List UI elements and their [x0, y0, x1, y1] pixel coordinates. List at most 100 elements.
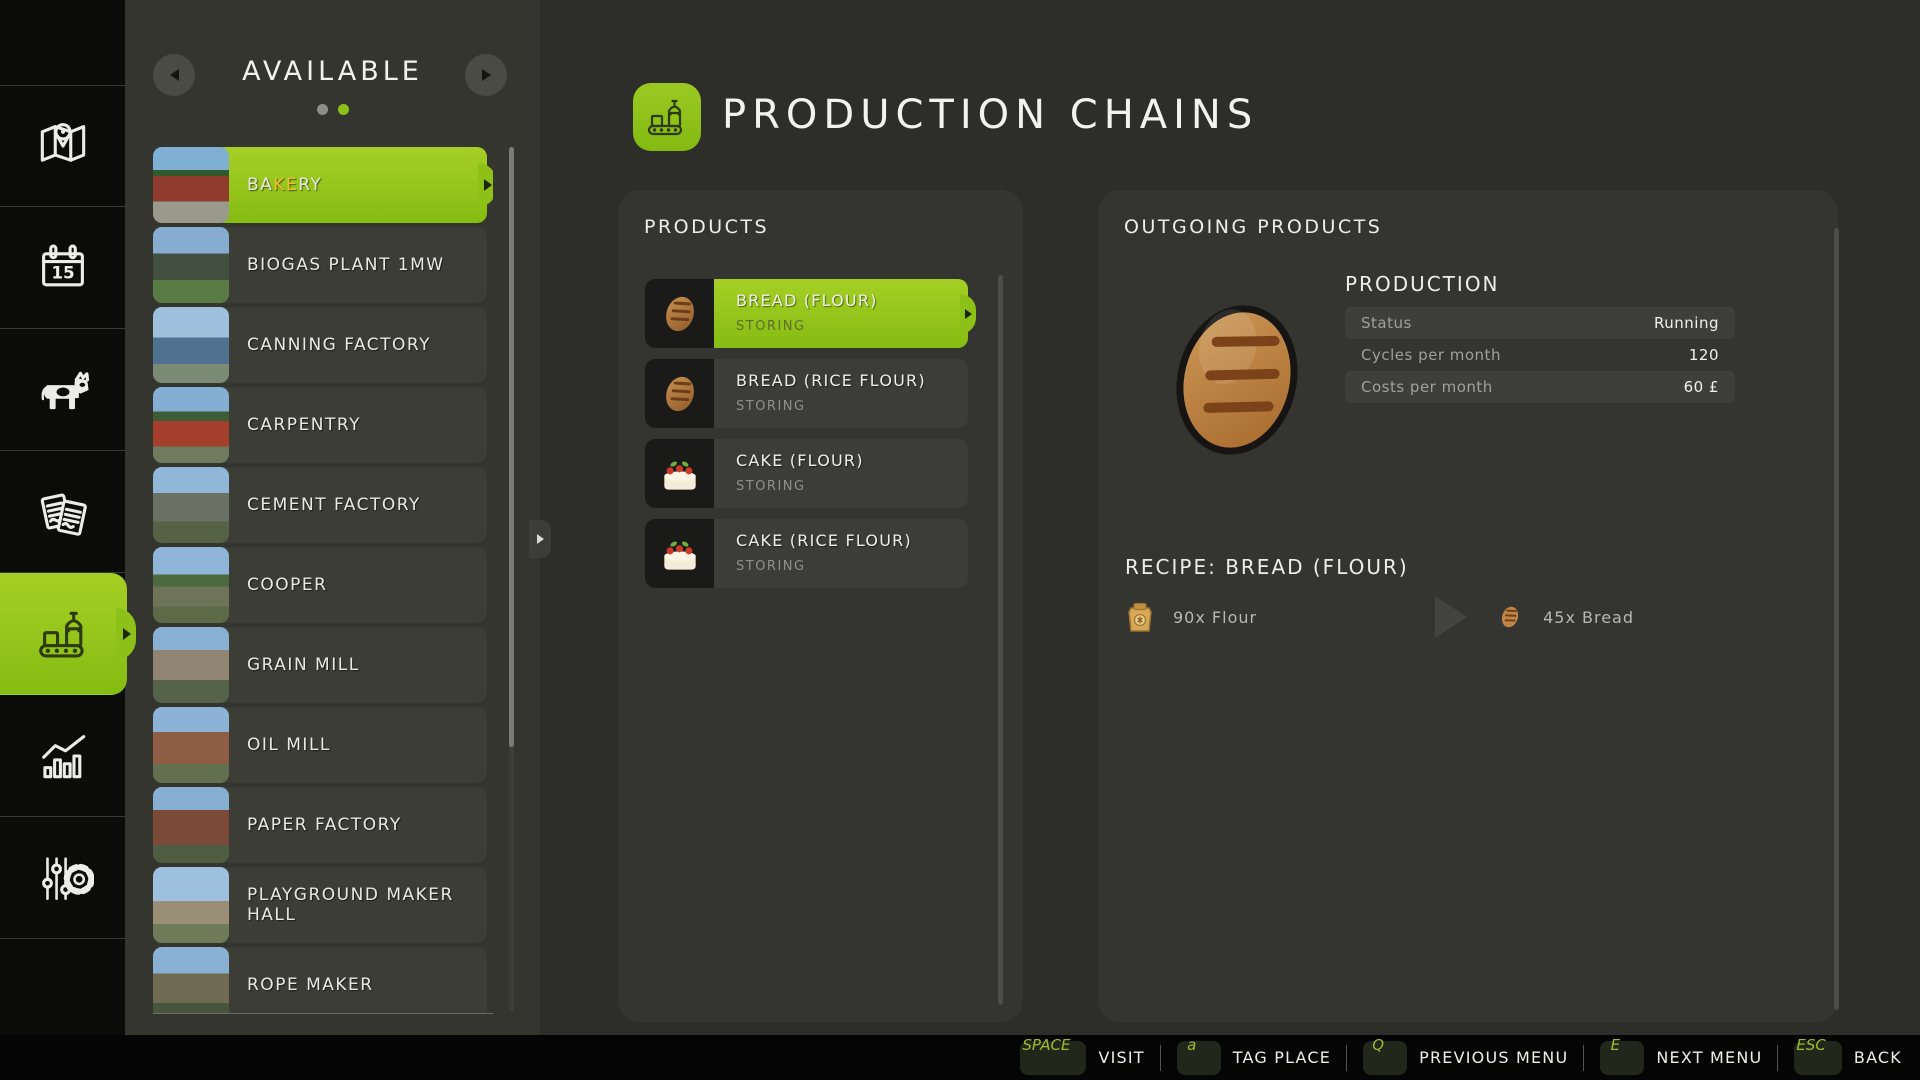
hotkey-hint[interactable]: E NEXT MENU [1583, 1036, 1762, 1075]
building-list-item[interactable]: ROPE MAKER [153, 947, 487, 1013]
building-list-item[interactable]: CEMENT FACTORY [153, 467, 487, 543]
key-label: E [1610, 1035, 1621, 1054]
sidebar-item-calendar[interactable]: 15 [0, 207, 125, 329]
product-item-body: CAKE (FLOUR) STORING [714, 439, 968, 508]
key-action-label: PREVIOUS MENU [1419, 1048, 1569, 1067]
bread-icon [1501, 606, 1519, 628]
building-list-item[interactable]: CARPENTRY [153, 387, 487, 463]
sidebar-item-production[interactable] [0, 573, 131, 695]
building-list-item[interactable]: BIOGAS PLANT 1MW [153, 227, 487, 303]
calendar-icon: 15 [41, 243, 84, 286]
sidebar-item-statistics[interactable] [0, 695, 125, 817]
panel-expand-arrow[interactable] [529, 520, 551, 558]
production-section-title: PRODUCTION [1345, 272, 1500, 296]
building-list-scrollbar-thumb[interactable] [509, 147, 514, 747]
key-cap: Q [1363, 1036, 1408, 1075]
hotkey-hint[interactable]: a TAG PLACE [1160, 1036, 1331, 1075]
outgoing-panel-scrollbar[interactable] [1834, 228, 1839, 1010]
hotkey-hint[interactable]: ESC BACK [1777, 1036, 1902, 1075]
recipe-output-text: 45x Bread [1543, 607, 1635, 627]
product-list-item[interactable]: CAKE (RICE FLOUR) STORING [645, 519, 968, 588]
building-label: BIOGAS PLANT 1MW [223, 227, 487, 303]
key-cap: E [1600, 1036, 1645, 1075]
available-next-page-button[interactable] [465, 54, 507, 96]
key-label: Q [1372, 1035, 1385, 1054]
page-dot-active[interactable] [337, 104, 349, 115]
building-thumbnail [153, 787, 229, 863]
chevron-right-icon [481, 69, 491, 81]
production-stat-row: Status Running [1345, 307, 1735, 339]
building-list: BA KE RY BIOGAS PLANT 1MW CANNING FACTOR… [153, 147, 493, 1014]
building-label: CARPENTRY [223, 387, 487, 463]
building-list-item[interactable]: PAPER FACTORY [153, 787, 487, 863]
building-thumbnail [153, 707, 229, 783]
sidebar-item-animals[interactable] [0, 329, 125, 451]
stat-value: Running [1654, 314, 1719, 332]
building-list-item[interactable]: BA KE RY [153, 147, 492, 223]
product-name: BREAD (RICE FLOUR) [736, 371, 926, 390]
settings-sliders-gear-icon [41, 856, 94, 900]
product-icon [645, 359, 714, 428]
recipe-input-text: 90x Flour [1173, 607, 1258, 627]
product-list-scrollbar[interactable] [998, 275, 1003, 1005]
stat-label: Costs per month [1361, 378, 1493, 396]
recipe-arrow-icon [1435, 596, 1468, 638]
hotkey-hint[interactable]: Q PREVIOUS MENU [1346, 1036, 1569, 1075]
key-label: ESC [1796, 1035, 1826, 1054]
key-action-label: VISIT [1098, 1048, 1145, 1067]
product-name: CAKE (FLOUR) [736, 451, 864, 470]
product-icon [645, 519, 714, 588]
key-cap: a [1176, 1036, 1221, 1075]
cake-icon [663, 461, 696, 490]
building-list-item[interactable]: GRAIN MILL [153, 627, 487, 703]
bread-icon [665, 376, 694, 411]
page-indicator [125, 104, 540, 115]
product-list-item[interactable]: CAKE (FLOUR) STORING [645, 439, 968, 508]
bread-icon [665, 296, 694, 331]
recipe-row: 90x Flour 45x Bread [1125, 592, 1725, 642]
building-label: PAPER FACTORY [223, 787, 487, 863]
hotkey-bar: SPACE VISIT a TAG PLACE Q PREVIOUS MENU [0, 1035, 1920, 1080]
search-match-highlight: KE [273, 175, 299, 195]
building-list-item[interactable]: CANNING FACTORY [153, 307, 487, 383]
key-label: a [1187, 1035, 1197, 1054]
stat-label: Cycles per month [1361, 346, 1501, 364]
selected-tab-arrow [123, 627, 131, 640]
outgoing-panel-title: OUTGOING PRODUCTS [1124, 216, 1383, 238]
building-label: ROPE MAKER [223, 947, 487, 1013]
building-label: BA KE RY [223, 147, 492, 223]
outgoing-products-panel: OUTGOING PRODUCTS PRODUCTION Status Runn… [1098, 190, 1839, 1022]
sidebar-item-contracts[interactable] [0, 451, 125, 573]
building-list-item[interactable]: PLAYGROUND MAKER HALL [153, 867, 487, 943]
selected-row-arrow [965, 308, 972, 319]
flour-sack-icon [1128, 602, 1152, 632]
building-label: COOPER [223, 547, 487, 623]
building-thumbnail [153, 147, 229, 223]
building-thumbnail [153, 387, 229, 463]
sidebar-item-map[interactable] [0, 85, 125, 207]
product-name: CAKE (RICE FLOUR) [736, 531, 912, 550]
building-thumbnail [153, 547, 229, 623]
stat-value: 60 £ [1683, 378, 1719, 396]
products-panel: PRODUCTS BREAD (FLOUR) STORING BREAD (RI… [618, 190, 1023, 1022]
sidebar-item-settings[interactable] [0, 817, 125, 939]
map-icon [40, 123, 85, 162]
product-list-item[interactable]: BREAD (RICE FLOUR) STORING [645, 359, 968, 428]
calendar-day-number: 15 [51, 262, 74, 282]
recipe-section-title: RECIPE: BREAD (FLOUR) [1125, 555, 1409, 579]
bread-illustration [1160, 290, 1315, 470]
product-list-item[interactable]: BREAD (FLOUR) STORING [645, 279, 972, 348]
cake-icon [663, 541, 696, 570]
hotkey-hint[interactable]: SPACE VISIT [1020, 1036, 1145, 1075]
building-thumbnail [153, 467, 229, 543]
sidebar-nav: 15 [0, 85, 131, 939]
building-label: PLAYGROUND MAKER HALL [223, 867, 487, 943]
building-list-item[interactable]: OIL MILL [153, 707, 487, 783]
building-label: CANNING FACTORY [223, 307, 487, 383]
building-thumbnail [153, 947, 229, 1013]
building-list-item[interactable]: COOPER [153, 547, 487, 623]
product-status: STORING [736, 479, 806, 494]
statistics-icon [41, 734, 85, 778]
page-dot[interactable] [316, 104, 328, 115]
building-thumbnail [153, 227, 229, 303]
